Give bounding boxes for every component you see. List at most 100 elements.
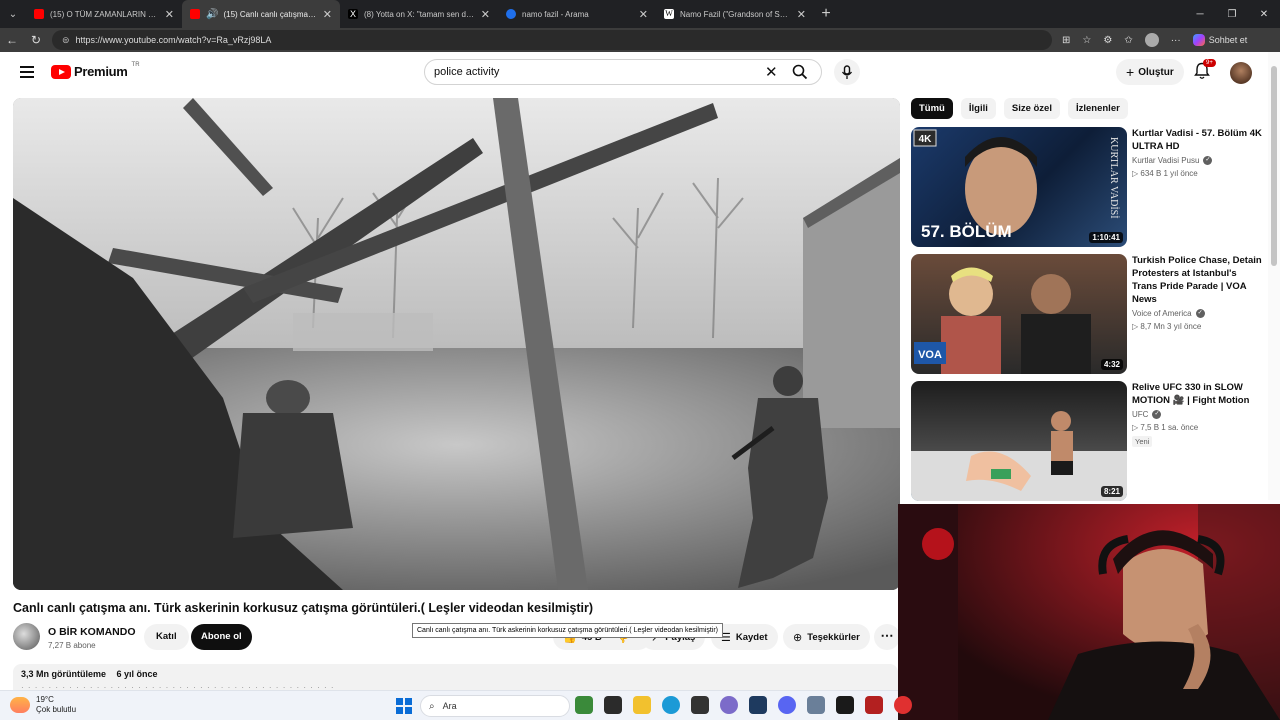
youtube-icon	[190, 9, 200, 19]
scrollbar-thumb[interactable]	[1271, 66, 1277, 266]
minimize-icon[interactable]: ─	[1184, 0, 1216, 28]
more-actions-icon[interactable]: ⋯	[874, 624, 900, 650]
chip-all[interactable]: Tümü	[911, 98, 953, 119]
back-icon[interactable]: ←	[0, 33, 24, 47]
task-view-icon[interactable]	[604, 696, 622, 714]
close-tab-icon[interactable]: ✕	[791, 8, 806, 21]
app-icon[interactable]	[894, 696, 912, 714]
video-thumbnail[interactable]: 8:21	[911, 381, 1127, 501]
recommendation-meta: ▷ 7,5 B 1 sa. önce	[1132, 423, 1199, 432]
webcam-overlay	[898, 504, 1280, 720]
voice-search-button[interactable]	[834, 59, 860, 85]
browser-tab-3[interactable]: X (8) Yotta on X: "tamam sen de bi bak" …	[340, 0, 498, 28]
tab-title: Namo Fazil ("Grandson of Saladin")	[680, 9, 791, 19]
notifications-button[interactable]: 9+	[1194, 59, 1216, 82]
recommendation-item[interactable]: VOA 4:32 Turkish Police Chase, Detain Pr…	[911, 254, 1267, 374]
edge-icon[interactable]	[662, 696, 680, 714]
weather-temperature: 19°C	[36, 695, 54, 704]
browser-tab-2[interactable]: 🔊 (15) Canlı canlı çatışma anı. Türk ask…	[182, 0, 340, 28]
verified-icon: ✓	[1195, 309, 1205, 318]
window-controls: ─ ❐ ✕	[1184, 0, 1280, 28]
menu-icon[interactable]	[20, 66, 34, 78]
recommendation-channel[interactable]: UFC	[1132, 410, 1148, 419]
taskbar-search[interactable]: ⌕ Ara	[420, 695, 570, 717]
tab-actions-menu-icon[interactable]: ⌄	[0, 0, 26, 28]
new-tab-icon[interactable]: +	[814, 5, 838, 23]
copilot-label: Sohbet et	[1208, 35, 1248, 45]
chip-watched[interactable]: İzlenenler	[1067, 98, 1128, 119]
speaker-icon[interactable]: 🔊	[206, 9, 218, 20]
recommendation-channel[interactable]: Kurtlar Vadisi Pusu	[1132, 156, 1199, 165]
close-tab-icon[interactable]: ✕	[633, 8, 648, 21]
app-icon[interactable]	[836, 696, 854, 714]
close-window-icon[interactable]: ✕	[1248, 0, 1280, 28]
thumbnail-4k-badge: 4K	[919, 134, 933, 145]
recommendation-meta: ▷ 634 B 1 yıl önce	[1132, 169, 1198, 178]
recommendation-meta: ▷ 8,7 Mn 3 yıl önce	[1132, 322, 1202, 331]
x-icon: X	[348, 9, 358, 19]
discord-icon[interactable]	[778, 696, 796, 714]
video-thumbnail[interactable]: VOA 4:32	[911, 254, 1127, 374]
video-duration: 4:32	[1100, 359, 1123, 370]
video-player[interactable]	[13, 98, 900, 590]
recommendation-item[interactable]: 8:21 Relive UFC 330 in SLOW MOTION 🎥 | F…	[911, 381, 1267, 501]
search-input[interactable]	[434, 66, 754, 78]
favorite-star-icon[interactable]: ☆	[1082, 35, 1091, 46]
recommendation-title[interactable]: Kurtlar Vadisi - 57. Bölüm 4K ULTRA HD	[1132, 127, 1262, 153]
subscribe-button[interactable]: Abone ol	[191, 624, 252, 650]
recommendation-channel[interactable]: Voice of America	[1132, 309, 1192, 318]
favorites-icon[interactable]: ✩	[1124, 35, 1132, 46]
restore-icon[interactable]: ❐	[1216, 0, 1248, 28]
channel-name[interactable]: O BİR KOMANDO	[48, 626, 136, 638]
chip-for-you[interactable]: Size özel	[1003, 98, 1060, 119]
file-explorer-icon[interactable]	[633, 696, 651, 714]
settings-icon[interactable]	[807, 696, 825, 714]
reload-icon[interactable]: ↻	[24, 33, 48, 47]
save-label: Kaydet	[735, 631, 768, 643]
profile-icon[interactable]	[1144, 33, 1159, 47]
url-field[interactable]: ⊜ https://www.youtube.com/watch?v=Ra_vRz…	[52, 30, 1052, 50]
logo-text: Premium	[74, 64, 128, 79]
view-count: 3,3 Mn görüntüleme	[21, 669, 107, 679]
channel-avatar[interactable]	[13, 623, 40, 650]
chip-related[interactable]: İlgili	[960, 98, 996, 119]
more-options-icon[interactable]: ···	[1171, 35, 1181, 46]
page-scrollbar[interactable]	[1268, 52, 1280, 500]
close-tab-icon[interactable]: ✕	[317, 8, 332, 21]
create-button[interactable]: + Oluştur	[1116, 59, 1184, 85]
join-button[interactable]: Katıl	[144, 624, 189, 650]
windows-start-icon[interactable]	[396, 698, 412, 714]
site-info-icon[interactable]: ⊜	[62, 35, 70, 46]
video-thumbnail[interactable]: 4K KURTLAR VADİSİ 57. BÖLÜM 1:10:41	[911, 127, 1127, 247]
widgets-icon[interactable]	[575, 696, 593, 714]
upload-age: 6 yıl önce	[116, 669, 158, 679]
thanks-label: Teşekkürler	[807, 631, 860, 643]
weather-widget[interactable]: 19°C Çok bulutlu	[10, 695, 76, 715]
tab-title: namo fazil - Arama	[522, 9, 589, 19]
search-button[interactable]	[779, 60, 821, 84]
recommendation-title[interactable]: Turkish Police Chase, Detain Protesters …	[1132, 254, 1262, 306]
app-icon[interactable]	[720, 696, 738, 714]
streamer-camera-image	[898, 504, 1280, 720]
youtube-icon	[34, 9, 44, 19]
extensions-icon[interactable]: ⚙	[1103, 35, 1112, 46]
app-available-icon[interactable]: ⊞	[1062, 35, 1070, 46]
close-tab-icon[interactable]: ✕	[475, 8, 490, 21]
thanks-button[interactable]: ⊕ Teşekkürler	[783, 624, 870, 650]
browser-tab-5[interactable]: W Namo Fazil ("Grandson of Saladin") ✕	[656, 0, 814, 28]
terminal-icon[interactable]	[691, 696, 709, 714]
windows-taskbar: 19°C Çok bulutlu ⌕ Ara	[0, 690, 912, 720]
recommendation-item[interactable]: 4K KURTLAR VADİSİ 57. BÖLÜM 1:10:41 Kurt…	[911, 127, 1267, 247]
recommendation-title[interactable]: Relive UFC 330 in SLOW MOTION 🎥 | Fight …	[1132, 381, 1262, 407]
copilot-button[interactable]: Sohbet et	[1192, 34, 1248, 46]
account-avatar[interactable]	[1230, 62, 1252, 84]
youtube-play-icon	[51, 64, 71, 79]
close-tab-icon[interactable]: ✕	[159, 8, 174, 21]
video-frame	[13, 98, 900, 590]
clear-search-icon[interactable]: ✕	[765, 63, 778, 81]
youtube-logo[interactable]: Premium TR	[51, 62, 140, 79]
vscode-icon[interactable]	[749, 696, 767, 714]
browser-tab-4[interactable]: namo fazil - Arama ✕	[498, 0, 656, 28]
app-icon[interactable]	[865, 696, 883, 714]
browser-tab-1[interactable]: (15) O TÜM ZAMANLARIN EN İYİSİ ✕	[26, 0, 182, 28]
